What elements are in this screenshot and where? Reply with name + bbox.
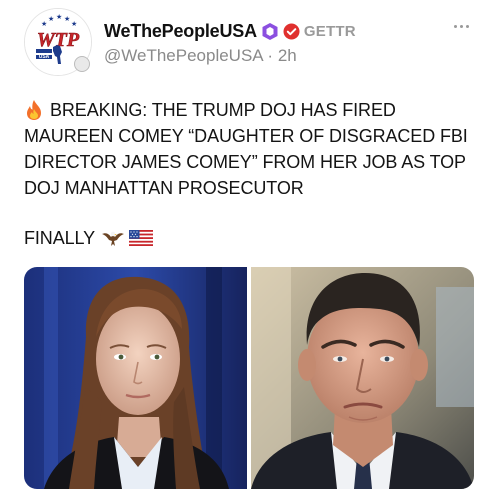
hexagon-badge-icon bbox=[261, 22, 279, 41]
media-image-left[interactable] bbox=[24, 267, 247, 489]
media-gallery bbox=[24, 267, 474, 489]
post-text-line: DIRECTOR JAMES COMEY” FROM HER JOB AS TO… bbox=[24, 152, 466, 172]
media-image-right[interactable] bbox=[251, 267, 474, 489]
timestamp: 2h bbox=[277, 46, 297, 65]
gettr-post: ★ ★ ★ ★ ★ WTP USA WeThePeopleUSA GETTR @… bbox=[0, 0, 498, 500]
post-text-line: MAUREEN COMEY “DAUGHTER OF DISGRACED FBI bbox=[24, 126, 468, 146]
fire-icon bbox=[24, 99, 44, 121]
profile-frame-icon bbox=[74, 56, 90, 72]
gettr-verified-icon bbox=[283, 23, 300, 40]
svg-text:★: ★ bbox=[48, 15, 54, 23]
handle-row: @WeThePeopleUSA · 2h bbox=[104, 46, 297, 66]
svg-text:★: ★ bbox=[71, 20, 77, 28]
svg-text:★: ★ bbox=[56, 13, 62, 21]
display-name[interactable]: WeThePeopleUSA bbox=[104, 21, 257, 42]
us-flag-icon bbox=[129, 230, 153, 246]
handle[interactable]: @WeThePeopleUSA bbox=[104, 46, 263, 65]
post-text-closing: FINALLY bbox=[24, 225, 484, 251]
post-text-line: BREAKING: THE TRUMP DOJ HAS FIRED bbox=[24, 97, 484, 123]
post-text: BREAKING: THE TRUMP DOJ HAS FIRED MAUREE… bbox=[24, 97, 484, 251]
eagle-icon bbox=[101, 228, 125, 248]
svg-text:USA: USA bbox=[39, 54, 50, 60]
platform-label: GETTR bbox=[303, 22, 356, 40]
svg-text:★: ★ bbox=[64, 15, 70, 23]
separator: · bbox=[262, 46, 278, 65]
svg-text:★: ★ bbox=[41, 20, 47, 28]
post-text-line: DOJ MANHATTAN PROSECUTOR bbox=[24, 178, 304, 198]
more-options-icon[interactable] bbox=[444, 14, 478, 38]
